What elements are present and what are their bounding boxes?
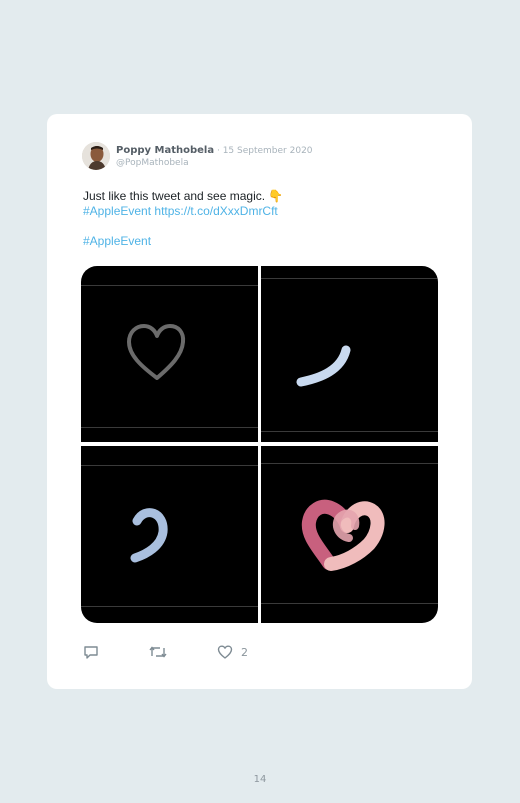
tweet-date[interactable]: 15 September 2020 (223, 146, 313, 156)
brush-stroke-graphic (296, 345, 351, 387)
meta-separator: · (214, 146, 223, 156)
pointing-down-emoji: 👇 (268, 189, 284, 203)
avatar-photo (82, 142, 110, 170)
hashtag-link[interactable]: #AppleEvent (83, 204, 151, 218)
tweet-text-line-1: Just like this tweet and see magic. 👇 (83, 189, 443, 204)
like-button[interactable]: 2 (217, 644, 248, 660)
reply-button[interactable] (83, 644, 99, 660)
url-link[interactable]: https://t.co/dXxxDmrCft (154, 204, 277, 218)
tweet-card: Poppy Mathobela · 15 September 2020 @Pop… (47, 114, 472, 689)
hashtag-link-second[interactable]: #AppleEvent (83, 234, 151, 248)
author-handle[interactable]: @PopMathobela (116, 158, 189, 168)
page-number: 14 (253, 774, 267, 785)
media-tile-3[interactable] (81, 446, 258, 623)
author-line: Poppy Mathobela · 15 September 2020 (116, 145, 313, 156)
speech-bubble-icon (84, 646, 98, 659)
author-name[interactable]: Poppy Mathobela (116, 145, 214, 156)
tweet-text: Just like this tweet and see magic. 👇 #A… (83, 189, 443, 219)
heart-filled-graphic (301, 499, 385, 571)
media-tile-1[interactable] (81, 266, 258, 442)
media-tile-2[interactable] (261, 266, 438, 442)
avatar[interactable] (82, 142, 110, 170)
tweet-text-line-2: #AppleEvent https://t.co/dXxxDmrCft (83, 204, 443, 219)
tweet-text-plain: Just like this tweet and see magic. (83, 189, 269, 203)
media-grid[interactable] (81, 266, 438, 623)
heart-outline-graphic (127, 324, 186, 380)
retweet-button[interactable] (149, 644, 167, 660)
tweet-actions: 2 (83, 644, 283, 660)
brush-curl-graphic (130, 508, 168, 563)
like-count: 2 (241, 645, 248, 659)
retweet-icon (149, 646, 167, 658)
media-tile-4[interactable] (261, 446, 438, 623)
heart-icon (217, 645, 233, 659)
